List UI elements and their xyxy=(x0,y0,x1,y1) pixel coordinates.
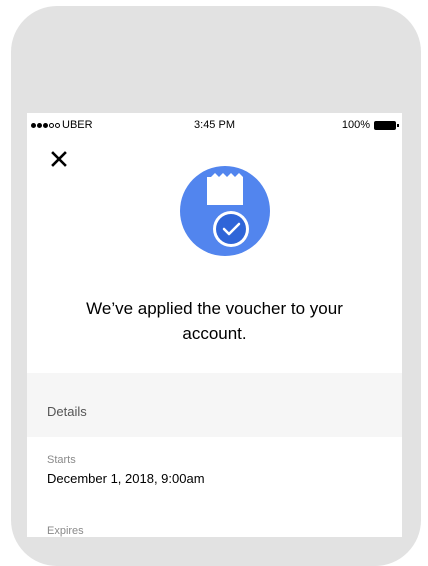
battery-icon xyxy=(374,120,399,130)
voucher-illustration xyxy=(173,165,277,261)
confirmation-line-1: We’ve applied the voucher to your xyxy=(86,299,343,318)
battery-percent: 100% xyxy=(341,119,370,131)
close-icon xyxy=(51,151,67,167)
details-label: Details xyxy=(47,404,87,419)
app-screen: UBER 3:45 PM 100% We’ve applied the vouc… xyxy=(27,113,402,537)
battery-status: 100% xyxy=(341,119,399,131)
confirmation-line-2: account. xyxy=(182,324,247,343)
voucher-check-icon xyxy=(180,166,270,256)
expires-label: Expires xyxy=(47,525,84,537)
confirmation-message: We’ve applied the voucher to your accoun… xyxy=(47,296,382,346)
starts-label: Starts xyxy=(47,454,76,466)
details-section-header: Details xyxy=(27,373,402,437)
starts-value: December 1, 2018, 9:00am xyxy=(47,471,205,486)
status-bar: UBER 3:45 PM 100% xyxy=(27,113,402,135)
close-button[interactable] xyxy=(47,147,71,171)
